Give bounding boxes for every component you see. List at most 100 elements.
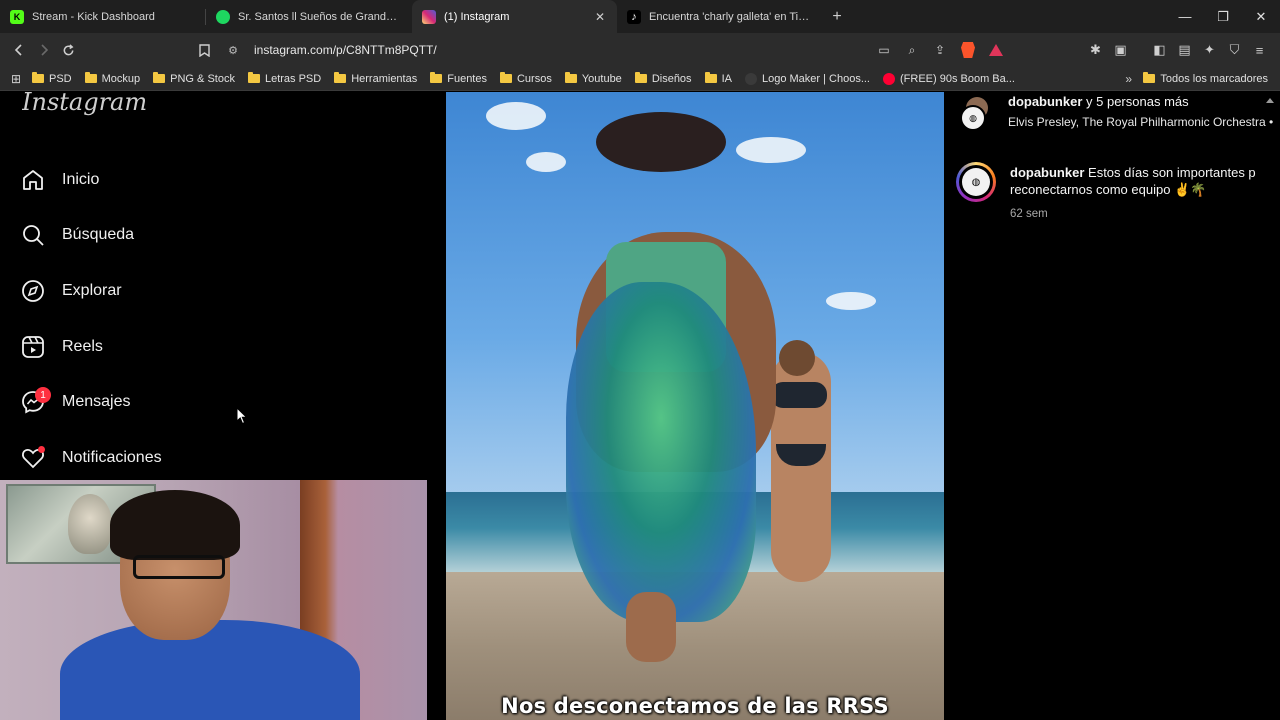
bookmark-folder[interactable]: Fuentes: [430, 72, 487, 85]
bookmark-folder[interactable]: PNG & Stock: [153, 72, 235, 85]
reel-video[interactable]: Nos desconectamos de las RRSS: [446, 92, 944, 720]
nav-explorar[interactable]: Explorar: [20, 276, 122, 306]
folder-icon: [153, 72, 166, 83]
avatar-ring-inner: ◍: [959, 165, 993, 199]
nav-reels[interactable]: Reels: [20, 332, 103, 362]
folder-icon: [1143, 72, 1156, 83]
search-icon: [20, 222, 46, 248]
folder-icon: [84, 72, 97, 83]
video-person-front-skirt: [566, 282, 756, 622]
nav-busqueda[interactable]: Búsqueda: [20, 220, 134, 250]
webcam-person-shirt: [60, 620, 360, 720]
share-icon[interactable]: ⇪: [926, 43, 954, 57]
notification-dot: [38, 446, 45, 453]
likes-avatars[interactable]: ◍: [958, 95, 988, 131]
forward-button[interactable]: [31, 37, 56, 63]
bookmark-label: PNG & Stock: [170, 72, 235, 85]
heart-icon: [20, 445, 46, 471]
brave-rewards-icon[interactable]: [989, 44, 1003, 56]
post-details-panel: ◍ dopabunker y 5 personas más Elvis Pres…: [944, 92, 1280, 720]
address-bar[interactable]: ⚙ instagram.com/p/C8NTTm8PQTT/ ▭ ⌕ ⇪: [222, 38, 1010, 62]
audio-credit[interactable]: Elvis Presley, The Royal Philharmonic Or…: [1008, 115, 1273, 129]
menu-icon[interactable]: ≡: [1247, 43, 1272, 58]
extensions-icon[interactable]: ✱: [1083, 42, 1108, 58]
tab-kick[interactable]: K Stream - Kick Dashboard: [0, 0, 205, 33]
bookmark-folder[interactable]: Youtube: [564, 72, 622, 85]
video-cloud: [486, 102, 546, 130]
likes-username[interactable]: dopabunker: [1008, 94, 1082, 109]
zoom-icon[interactable]: ⌕: [898, 43, 926, 58]
screenshot-icon[interactable]: ▣: [1108, 42, 1133, 58]
close-tab-icon[interactable]: ✕: [593, 10, 607, 24]
bookmark-folder[interactable]: Mockup: [84, 72, 141, 85]
caption-timestamp: 62 sem: [1010, 208, 1048, 220]
leo-ai-icon[interactable]: ✦: [1197, 42, 1222, 58]
bookmark-folder[interactable]: PSD: [32, 72, 72, 85]
close-window-icon[interactable]: ✕: [1242, 0, 1280, 33]
unread-badge: 1: [35, 387, 51, 403]
bookmark-folder[interactable]: IA: [704, 72, 732, 85]
logo-maker-icon: [744, 72, 757, 85]
restore-icon[interactable]: ❐: [1204, 0, 1242, 33]
brave-shields-icon[interactable]: [961, 42, 975, 58]
folder-icon: [32, 72, 44, 83]
kick-icon: K: [10, 9, 24, 24]
tab-label: Stream - Kick Dashboard: [32, 10, 155, 23]
reels-icon: [20, 334, 46, 360]
video-cloud: [826, 292, 876, 310]
tab-spotify[interactable]: Sr. Santos ll Sueños de Grandeza - A: [206, 0, 412, 33]
caption-username[interactable]: dopabunker: [1010, 165, 1084, 180]
youtube-icon: [883, 72, 895, 85]
reload-button[interactable]: [56, 37, 81, 63]
tiktok-icon: ♪: [627, 9, 641, 24]
likes-text[interactable]: dopabunker y 5 personas más: [1008, 94, 1189, 109]
nav-inicio[interactable]: Inicio: [20, 165, 99, 195]
bookmark-label: (FREE) 90s Boom Ba...: [900, 72, 1015, 85]
url-text[interactable]: instagram.com/p/C8NTTm8PQTT/: [254, 43, 870, 57]
author-avatar[interactable]: ◍: [956, 162, 996, 202]
folder-icon: [334, 72, 347, 83]
folder-icon: [704, 72, 717, 83]
webcam-person-hair: [110, 490, 240, 560]
bookmark-label: Herramientas: [351, 72, 418, 85]
cast-icon[interactable]: ▭: [870, 43, 898, 57]
apps-grid-icon[interactable]: ⊞: [0, 72, 32, 86]
toolbar-extensions: ✱ ▣ ◧ ▤ ✦ ⛉ ≡: [1083, 38, 1272, 62]
more-bookmarks-icon[interactable]: »: [1125, 72, 1132, 86]
instagram-logo[interactable]: Instagram: [22, 92, 147, 120]
bookmark-page-button[interactable]: [192, 37, 217, 63]
spotify-icon: [216, 9, 230, 24]
folder-icon: [634, 72, 647, 83]
browser-toolbar: ⚙ instagram.com/p/C8NTTm8PQTT/ ▭ ⌕ ⇪ ✱ ▣…: [0, 33, 1280, 67]
nav-label: Reels: [62, 338, 103, 355]
tab-label: Sr. Santos ll Sueños de Grandeza - A: [238, 10, 402, 23]
all-bookmarks-folder[interactable]: Todos los marcadores: [1143, 72, 1268, 85]
nav-notificaciones[interactable]: Notificaciones: [20, 443, 162, 473]
bookmark-site[interactable]: Logo Maker | Choos...: [744, 72, 870, 85]
wallet-icon[interactable]: ▤: [1172, 42, 1197, 58]
bookmark-folder[interactable]: Diseños: [634, 72, 692, 85]
avatar: ◍: [960, 105, 986, 131]
back-button[interactable]: [6, 37, 31, 63]
nav-label: Notificaciones: [62, 449, 162, 466]
site-settings-icon[interactable]: ⚙: [222, 44, 244, 57]
vpn-icon[interactable]: ⛉: [1222, 42, 1247, 58]
sidebar-icon[interactable]: ◧: [1147, 42, 1172, 58]
bookmark-folder[interactable]: Letras PSD: [247, 72, 321, 85]
instagram-sidebar: Instagram Inicio Búsqueda Explorar Reels…: [0, 92, 446, 480]
minimize-icon[interactable]: —: [1166, 0, 1204, 33]
video-person-front-legs: [626, 592, 676, 662]
home-icon: [20, 167, 46, 193]
bookmark-site[interactable]: (FREE) 90s Boom Ba...: [883, 72, 1015, 85]
bookmark-label: Mockup: [101, 72, 141, 85]
bookmark-folder[interactable]: Cursos: [499, 72, 552, 85]
caption-line-1: Estos días son importantes p: [1084, 165, 1256, 180]
scrollbar-up-arrow[interactable]: [1266, 98, 1274, 103]
reload-icon: [63, 43, 74, 55]
new-tab-button[interactable]: +: [822, 0, 852, 33]
bookmark-folder[interactable]: Herramientas: [334, 72, 418, 85]
nav-mensajes[interactable]: 1 Mensajes: [20, 387, 130, 417]
tab-tiktok[interactable]: ♪ Encuentra 'charly galleta' en TikTok |: [617, 0, 822, 33]
forward-arrow-icon: [40, 44, 48, 56]
tab-instagram[interactable]: (1) Instagram ✕: [412, 0, 617, 33]
